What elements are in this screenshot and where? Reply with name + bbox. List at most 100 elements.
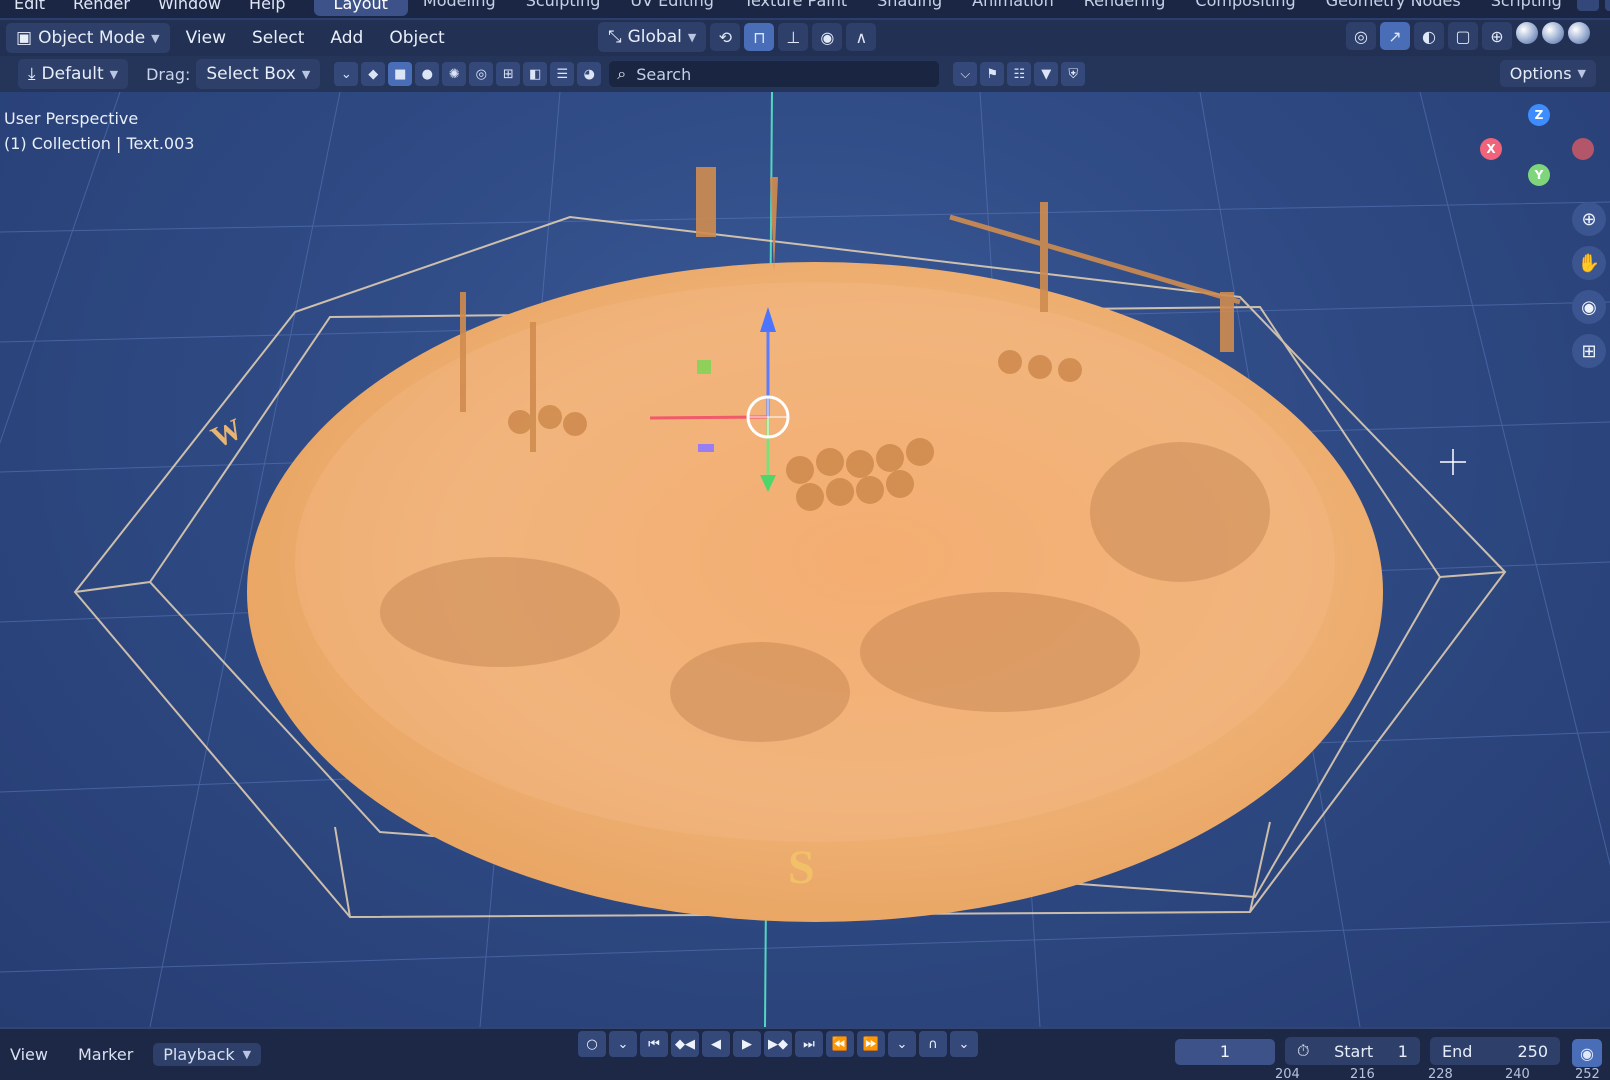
modifier-icon[interactable]: ◧ xyxy=(523,62,548,86)
timeline-bar: View Marker Playback ▼ ○ ⌄ ⏮ ◆◀ ◀ ▶ ▶◆ ⏭… xyxy=(0,1027,1610,1080)
tab-modeling[interactable]: Modeling xyxy=(408,0,511,16)
chevron-down-icon[interactable]: ⌄ xyxy=(334,62,359,86)
xray-icon[interactable]: ▢ xyxy=(1448,22,1478,50)
filter-icon[interactable]: ▼ xyxy=(1034,62,1059,86)
menu-view[interactable]: View xyxy=(176,23,236,53)
snap-icon[interactable]: ⊓ xyxy=(744,23,775,51)
overlay-icon[interactable]: ◐ xyxy=(1414,22,1444,50)
z-axis-icon[interactable]: Z xyxy=(1528,104,1550,126)
physics-icon[interactable]: ◎ xyxy=(469,62,494,86)
options-dropdown[interactable]: Options ▼ xyxy=(1499,60,1596,87)
chevron-down-icon[interactable]: ⌄ xyxy=(950,1031,978,1057)
tab-uv-editing[interactable]: UV Editing xyxy=(615,0,728,16)
scene-icon[interactable] xyxy=(1576,0,1599,11)
falloff-icon[interactable]: ∧ xyxy=(846,23,877,51)
jump-start-icon[interactable]: ⏮ xyxy=(640,1031,668,1057)
next-marker-icon[interactable]: ⏩ xyxy=(857,1031,885,1057)
end-frame-field[interactable]: End 250 xyxy=(1430,1037,1560,1065)
rendered-shading-icon[interactable] xyxy=(1568,22,1590,44)
timer-icon: ⏱ xyxy=(1297,1041,1310,1060)
chevron-down-icon[interactable]: ⌄ xyxy=(888,1031,916,1057)
transform-orientation-dropdown[interactable]: ⤓ Default ▼ xyxy=(18,59,129,89)
start-frame-field[interactable]: ⏱ Start 1 xyxy=(1285,1037,1420,1065)
snap-target-icon[interactable]: ⊥ xyxy=(778,23,809,51)
timeline-menu-view[interactable]: View xyxy=(0,1043,58,1066)
ruler-tick: 228 xyxy=(1428,1067,1453,1080)
object-types-icon[interactable]: ◆ xyxy=(361,62,386,86)
wireframe-shading-icon[interactable]: ⊕ xyxy=(1482,22,1512,50)
prev-marker-icon[interactable]: ⏪ xyxy=(826,1031,854,1057)
tab-shading[interactable]: Shading xyxy=(862,0,957,16)
hand-icon[interactable]: ✋ xyxy=(1572,246,1606,280)
constraint-icon[interactable]: ⊞ xyxy=(496,62,521,86)
tab-compositing[interactable]: Compositing xyxy=(1180,0,1310,16)
hierarchy-icon[interactable]: ☷ xyxy=(1007,62,1032,86)
auto-keying-icon[interactable]: ∩ xyxy=(919,1031,947,1057)
menu-window[interactable]: Window xyxy=(144,0,235,13)
sphere-icon[interactable]: ● xyxy=(415,62,440,86)
keying-icon[interactable]: ◉ xyxy=(1572,1039,1602,1067)
chevron-down-icon: ▼ xyxy=(109,67,119,81)
timeline-menu-marker[interactable]: Marker xyxy=(68,1043,143,1066)
tab-sculpting[interactable]: Sculpting xyxy=(511,0,616,16)
playback-dropdown[interactable]: Playback ▼ xyxy=(153,1043,262,1066)
compass-south-label: S xyxy=(788,841,815,894)
y-axis-icon[interactable]: Y xyxy=(1528,164,1550,186)
tab-texture-paint[interactable]: Texture Paint xyxy=(729,0,862,16)
particles-icon[interactable]: ✺ xyxy=(442,62,467,86)
menu-edit[interactable]: Edit xyxy=(0,0,59,13)
menu-add[interactable]: Add xyxy=(320,23,373,53)
neg-x-axis-icon[interactable] xyxy=(1572,138,1594,160)
current-frame-field[interactable]: 1 xyxy=(1175,1039,1275,1065)
view-layer-icon[interactable] xyxy=(1604,0,1610,11)
orientation-dropdown[interactable]: ⤡ Global ▼ xyxy=(598,22,707,52)
data-icon[interactable]: ☰ xyxy=(550,62,575,86)
transport-controls: ○ ⌄ ⏮ ◆◀ ◀ ▶ ▶◆ ⏭ ⏪ ⏩ ⌄ ∩ ⌄ xyxy=(578,1031,978,1057)
gizmo-toggle-icon[interactable]: ↗ xyxy=(1380,22,1410,50)
x-axis-icon[interactable]: X xyxy=(1480,138,1502,160)
tab-rendering[interactable]: Rendering xyxy=(1069,0,1181,16)
select-mode-icon[interactable]: ■ xyxy=(388,62,413,86)
tab-geometry-nodes[interactable]: Geometry Nodes xyxy=(1311,0,1476,16)
visibility-icon[interactable]: ◎ xyxy=(1346,22,1376,50)
proportional-edit-icon[interactable]: ◉ xyxy=(812,23,843,51)
menu-object[interactable]: Object xyxy=(379,23,454,53)
prev-keyframe-icon[interactable]: ◆◀ xyxy=(671,1031,699,1057)
bookmark-icon[interactable]: ⚑ xyxy=(980,62,1005,86)
pivot-icon[interactable]: ⟲ xyxy=(710,23,741,51)
chevron-down-icon[interactable]: ⌄ xyxy=(609,1031,637,1057)
chevron-down-icon: ▼ xyxy=(151,31,160,45)
jump-end-icon[interactable]: ⏭ xyxy=(795,1031,823,1057)
3d-viewport[interactable]: User Perspective (1) Collection | Text.0… xyxy=(0,92,1610,1027)
mode-label: Object Mode xyxy=(38,28,146,48)
play-reverse-icon[interactable]: ◀ xyxy=(702,1031,730,1057)
viewport-header: ▣ Object Mode ▼ View Select Add Object ⤡… xyxy=(0,20,1610,56)
material-icon[interactable]: ◕ xyxy=(577,62,602,86)
navigation-gizmo[interactable]: Z X Y xyxy=(1480,102,1600,202)
tab-scripting[interactable]: Scripting xyxy=(1476,0,1577,16)
shield-icon[interactable]: ⛨ xyxy=(1061,62,1086,86)
solid-shading-icon[interactable] xyxy=(1516,22,1538,44)
camera-icon[interactable]: ◉ xyxy=(1572,290,1606,324)
menu-help[interactable]: Help xyxy=(235,0,299,13)
timeline-menus: View Marker Playback ▼ xyxy=(0,1043,262,1066)
search-input[interactable] xyxy=(636,64,907,84)
record-icon[interactable]: ○ xyxy=(578,1031,606,1057)
expand-icon[interactable]: ⌵ xyxy=(953,62,978,86)
menu-select[interactable]: Select xyxy=(242,23,314,53)
tab-layout[interactable]: Layout xyxy=(313,0,408,16)
play-icon[interactable]: ▶ xyxy=(733,1031,761,1057)
end-label: End xyxy=(1442,1041,1473,1061)
search-field[interactable]: ⌕ xyxy=(609,61,940,87)
mode-dropdown[interactable]: ▣ Object Mode ▼ xyxy=(6,23,170,53)
chevron-down-icon: ▼ xyxy=(687,30,697,44)
grid-icon[interactable]: ⊞ xyxy=(1572,334,1606,368)
drag-dropdown[interactable]: Select Box ▼ xyxy=(196,59,321,89)
drag-value: Select Box xyxy=(206,64,296,84)
tab-animation[interactable]: Animation xyxy=(957,0,1069,16)
material-shading-icon[interactable] xyxy=(1542,22,1564,44)
menu-render[interactable]: Render xyxy=(59,0,144,13)
navigation-tools: ⊕ ✋ ◉ ⊞ xyxy=(1572,202,1606,368)
next-keyframe-icon[interactable]: ▶◆ xyxy=(764,1031,792,1057)
zoom-icon[interactable]: ⊕ xyxy=(1572,202,1606,236)
